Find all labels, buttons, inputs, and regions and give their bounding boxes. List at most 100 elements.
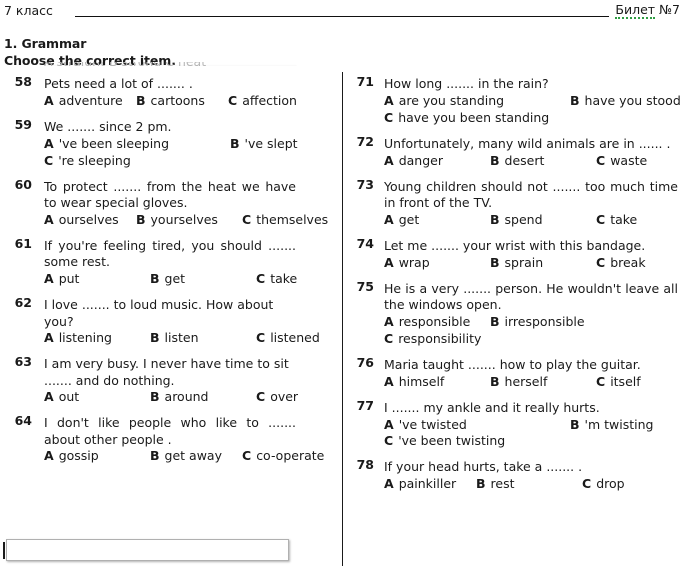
option-text: are you standing: [398, 93, 505, 108]
option-text: listened: [270, 330, 320, 346]
option-choice-a[interactable]: Aourselves: [44, 212, 136, 229]
option-choice-a[interactable]: Aresponsible: [384, 314, 490, 331]
option-choice-b[interactable]: Bcartoons: [136, 93, 228, 110]
option-choice-c[interactable]: Ctake: [256, 271, 297, 288]
option-choice-c[interactable]: C've been twisting: [384, 433, 505, 450]
question-header: 72 Unfortunately, many wild animals are i…: [352, 133, 684, 153]
option-row: Aget Bspend Ctake: [384, 212, 684, 229]
option-choice-a[interactable]: Agossip: [44, 448, 150, 465]
option-choice-a[interactable]: Apainkiller: [384, 476, 476, 493]
option-choice-b[interactable]: Bhave you stood: [570, 93, 681, 110]
option-letter: B: [476, 476, 486, 492]
option-text: 've twisted: [398, 416, 467, 432]
option-text: desert: [504, 152, 545, 168]
option-list: Alistening Blisten Clistened: [44, 330, 330, 347]
option-choice-b[interactable]: Bdesert: [490, 153, 596, 170]
option-row: C've been twisting: [384, 433, 684, 450]
option-choice-c[interactable]: C're sleeping: [44, 153, 131, 170]
option-choice-a[interactable]: Aare you standing: [384, 93, 570, 110]
question-item: 76 Maria taught ....... how to play the g…: [352, 354, 684, 391]
option-text: themselves: [256, 211, 329, 227]
option-letter: A: [384, 416, 394, 432]
option-letter: A: [44, 135, 54, 151]
option-list: Aare you standing Bhave you stood Chave yo…: [384, 93, 684, 127]
option-letter: C: [242, 211, 252, 227]
option-text: over: [270, 389, 299, 405]
option-choice-c[interactable]: Ctake: [596, 212, 637, 229]
option-letter: B: [490, 313, 500, 329]
question-number: 75: [356, 278, 374, 294]
option-letter: A: [384, 254, 394, 270]
option-choice-a[interactable]: Aget: [384, 212, 490, 229]
option-choice-a[interactable]: Awrap: [384, 255, 490, 272]
option-choice-b[interactable]: Bherself: [490, 374, 596, 391]
option-letter: C: [256, 330, 266, 346]
option-choice-a[interactable]: Adanger: [384, 153, 490, 170]
option-choice-b[interactable]: B've slept: [230, 136, 298, 153]
option-choice-b[interactable]: Brest: [476, 476, 582, 493]
option-text: get away: [164, 448, 222, 464]
option-letter: C: [384, 109, 394, 125]
option-text: 'm twisting: [584, 416, 654, 432]
question-stem: Let me ....... your wrist with this band…: [384, 237, 646, 253]
option-choice-c[interactable]: Cresponsibility: [384, 331, 481, 348]
question-item: 71 How long ....... in the rain? Aare you …: [352, 75, 684, 127]
left-question-column: 58 Pets need a lot of ....... . Aadventure…: [0, 75, 330, 474]
option-choice-b[interactable]: Bsprain: [490, 255, 596, 272]
option-list: Awrap Bsprain Cbreak: [384, 255, 684, 272]
option-text: rest: [490, 476, 515, 492]
option-text: affection: [242, 93, 297, 108]
option-letter: B: [570, 416, 580, 432]
question-item: 74 Let me ....... your wrist with this ba…: [352, 237, 684, 272]
option-choice-c[interactable]: Clistened: [256, 330, 320, 347]
option-choice-b[interactable]: B'm twisting: [570, 417, 653, 434]
option-choice-c[interactable]: Caffection: [228, 93, 297, 110]
option-choice-c[interactable]: Cco-operate: [242, 448, 324, 465]
option-choice-a[interactable]: Aput: [44, 271, 150, 288]
option-text: have you been standing: [398, 109, 550, 125]
option-letter: B: [490, 254, 500, 270]
option-choice-b[interactable]: Bget away: [150, 448, 242, 465]
option-letter: B: [230, 135, 240, 151]
option-choice-b[interactable]: Baround: [150, 389, 256, 406]
answer-input-box[interactable]: [6, 539, 289, 561]
option-choice-a[interactable]: Alistening: [44, 330, 150, 347]
option-choice-b[interactable]: Bget: [150, 271, 256, 288]
question-header: 78 If your head hurts, take a ....... .: [352, 459, 684, 476]
question-header: 63 I am very busy. I never have time to s…: [0, 355, 330, 389]
option-choice-c[interactable]: Cdrop: [582, 476, 625, 493]
option-choice-c[interactable]: Chave you been standing: [384, 110, 549, 127]
question-item: 77 I ....... my ankle and it really hurts…: [352, 399, 684, 451]
option-row: C're sleeping: [44, 153, 330, 170]
option-choice-c[interactable]: Citself: [596, 374, 641, 391]
option-choice-c[interactable]: Cwaste: [596, 153, 647, 170]
option-choice-b[interactable]: Byourselves: [136, 212, 242, 229]
question-number: 78: [356, 457, 374, 473]
question-item: 61 If you're feeling tired, you should ..…: [0, 237, 330, 288]
option-choice-b[interactable]: Blisten: [150, 330, 256, 347]
option-text: break: [610, 254, 646, 270]
option-choice-a[interactable]: Aadventure: [44, 93, 136, 110]
option-choice-b[interactable]: Bspend: [490, 212, 596, 229]
option-letter: B: [490, 152, 500, 168]
option-text: responsibility: [398, 330, 482, 346]
question-item: 73 Young children should not ....... too …: [352, 178, 684, 229]
option-choice-c[interactable]: Cthemselves: [242, 212, 328, 229]
question-number: 76: [356, 354, 374, 370]
option-letter: C: [44, 152, 54, 168]
option-choice-a[interactable]: A've been sleeping: [44, 136, 230, 153]
option-choice-b[interactable]: Birresponsible: [490, 314, 585, 331]
column-divider: [342, 72, 343, 566]
question-item: 60 To protect ....... from the heat we ha…: [0, 178, 330, 229]
option-choice-a[interactable]: A've twisted: [384, 417, 570, 434]
option-choice-c[interactable]: Cbreak: [596, 255, 646, 272]
question-number: 72: [356, 133, 374, 149]
question-item: 58 Pets need a lot of ....... . Aadventure…: [0, 75, 330, 110]
question-stem: I am very busy. I never have time to sit…: [44, 356, 289, 388]
option-letter: B: [570, 93, 580, 108]
option-text: irresponsible: [504, 313, 585, 329]
option-choice-c[interactable]: Cover: [256, 389, 298, 406]
option-letter: A: [384, 211, 394, 227]
option-choice-a[interactable]: Ahimself: [384, 374, 490, 391]
option-choice-a[interactable]: Aout: [44, 389, 150, 406]
